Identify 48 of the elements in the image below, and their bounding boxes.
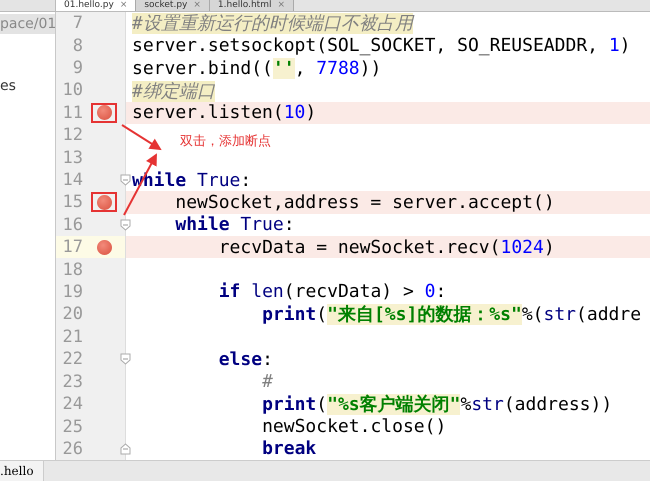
line-number: 19: [62, 282, 83, 302]
code-line: if len(recvData) > 0:: [218, 281, 446, 302]
line-number: 16: [62, 214, 83, 235]
line-number: 10: [62, 80, 83, 100]
line-number: 12: [62, 125, 83, 146]
project-path: pace/01: [0, 14, 55, 34]
line-number: 25: [62, 416, 83, 437]
code-line: #: [262, 371, 273, 392]
line-number: 20: [62, 304, 83, 324]
line-number: 18: [62, 260, 83, 280]
line-number: 26: [62, 438, 83, 459]
line-number: 22: [62, 349, 83, 370]
line-number: 11: [62, 102, 83, 123]
line-number: 15: [62, 192, 83, 212]
code-line: newSocket.close(): [262, 416, 446, 437]
close-icon[interactable]: ×: [120, 0, 128, 11]
line-number: 8: [72, 36, 83, 56]
line-number: 14: [62, 170, 83, 190]
code-line: server.bind(('', 7788)): [132, 58, 382, 79]
line-number: 9: [72, 58, 83, 78]
code-line: server.listen(10): [132, 102, 316, 124]
code-line: break: [262, 438, 316, 460]
fold-icon[interactable]: [120, 353, 131, 366]
breakpoint-icon[interactable]: [96, 105, 112, 120]
file-tab[interactable]: 1.hello.html ×: [210, 0, 294, 11]
line-number: 7: [72, 13, 83, 34]
line-number: 24: [62, 394, 83, 414]
file-tab[interactable]: socket.py ×: [136, 0, 210, 11]
file-tab[interactable]: 01.hello.py ×: [56, 0, 136, 11]
line-number: 23: [62, 372, 83, 392]
line-number: 13: [62, 148, 83, 168]
code-line: else:: [218, 348, 273, 370]
code-line: newSocket,address = server.accept(): [175, 192, 555, 213]
fold-icon[interactable]: [120, 174, 131, 186]
project-item[interactable]: es: [0, 78, 55, 94]
breakpoint-icon[interactable]: [96, 240, 112, 255]
annotation-text: 双击，添加断点: [180, 133, 271, 150]
fold-icon[interactable]: [120, 442, 131, 455]
line-number: 21: [62, 326, 83, 347]
code-line: server.setsockopt(SOL_SOCKET, SO_REUSEADDR, 1): [132, 35, 631, 56]
code-line: while True:: [175, 214, 295, 236]
code-line: print("%s客户端关闭"%str(address)): [262, 393, 612, 416]
fold-icon[interactable]: [120, 218, 131, 231]
breakpoint-icon[interactable]: [96, 194, 112, 210]
code-line: recvData = newSocket.recv(1024): [218, 236, 555, 258]
line-number: 17: [62, 237, 83, 258]
code-line: print("来自[%s]的数据：%s"%(str(addre: [262, 303, 642, 326]
bottom-tab[interactable]: .hello: [0, 461, 44, 481]
